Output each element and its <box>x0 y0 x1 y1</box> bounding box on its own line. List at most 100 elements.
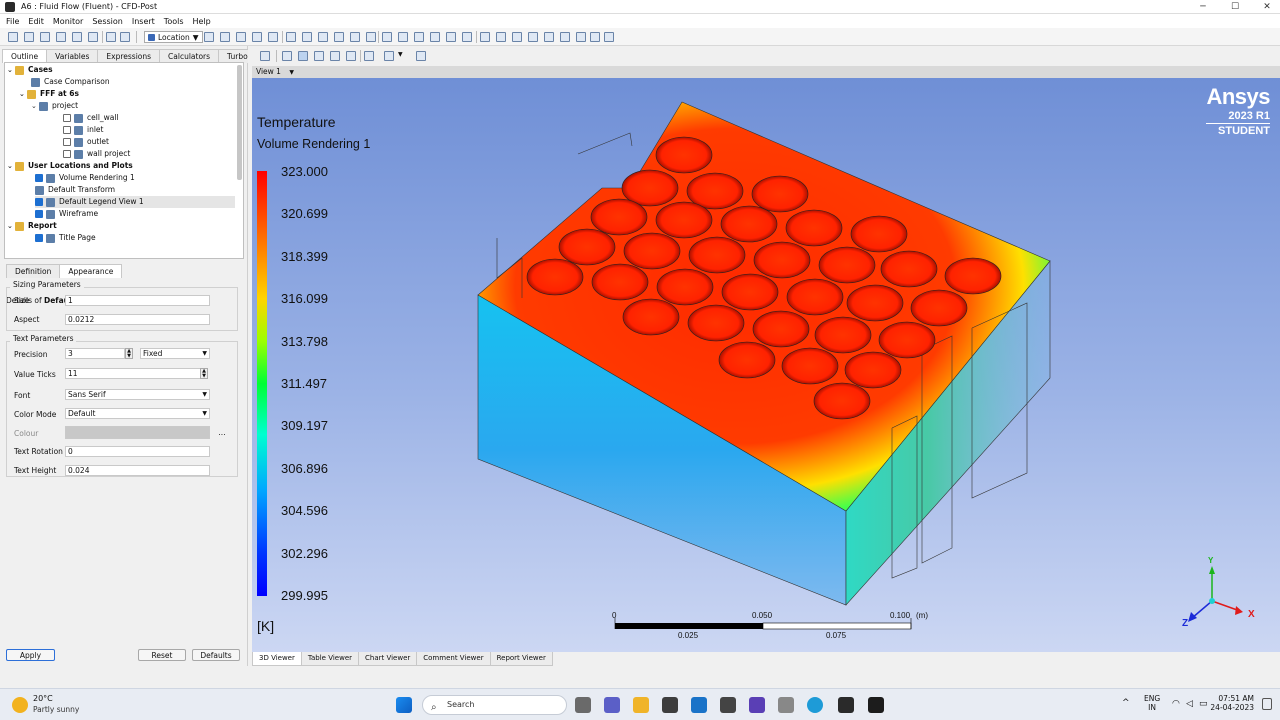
save-icon[interactable] <box>56 32 66 42</box>
chevron-down-icon[interactable]: ▼ <box>398 51 403 58</box>
fit-view-icon[interactable] <box>346 51 356 61</box>
precision-spinner[interactable]: ▲ ▼ <box>125 348 133 359</box>
visibility-checkbox[interactable] <box>63 150 71 158</box>
weather-temp[interactable]: 20°C <box>33 694 53 703</box>
instance-transform-icon[interactable] <box>350 32 360 42</box>
tree-node-wall-project[interactable]: wall project <box>63 148 130 160</box>
visibility-checkbox[interactable] <box>35 210 43 218</box>
load-state-icon[interactable] <box>40 32 50 42</box>
collapse-icon[interactable]: ⌄ <box>7 64 15 76</box>
tab-chart-viewer[interactable]: Chart Viewer <box>358 652 418 666</box>
collapse-icon[interactable]: ⌄ <box>19 88 27 100</box>
viewport-layout-icon[interactable] <box>384 51 394 61</box>
new-icon[interactable] <box>8 32 18 42</box>
maximize-button[interactable]: ☐ <box>1218 0 1252 14</box>
rotate-icon[interactable] <box>282 51 292 61</box>
tree-node-default-legend[interactable]: Default Legend View 1 <box>35 196 235 208</box>
visibility-checkbox[interactable] <box>63 138 71 146</box>
tree-node-wireframe[interactable]: Wireframe <box>35 208 98 220</box>
select-icon[interactable] <box>260 51 270 61</box>
macro-calc-icon[interactable] <box>560 32 570 42</box>
vector-icon[interactable] <box>204 32 214 42</box>
menu-monitor[interactable]: Monitor <box>53 17 83 26</box>
size-field[interactable]: 1 <box>65 295 210 306</box>
highlight-icon[interactable] <box>364 51 374 61</box>
tree-node-user-locations[interactable]: ⌄ User Locations and Plots <box>7 160 133 172</box>
collapse-icon[interactable]: ⌄ <box>7 160 15 172</box>
tab-expressions[interactable]: Expressions <box>97 49 161 63</box>
command-editor-icon[interactable] <box>604 32 614 42</box>
mesh-calc-icon[interactable] <box>576 32 586 42</box>
chart-icon[interactable] <box>430 32 440 42</box>
view-selector[interactable]: View 1 <box>256 67 281 76</box>
function-calc-icon[interactable] <box>544 32 554 42</box>
precision-field[interactable]: 3 <box>65 348 125 359</box>
pan-icon[interactable] <box>298 51 308 61</box>
tab-definition[interactable]: Definition <box>6 264 61 278</box>
timestep-icon[interactable] <box>480 32 490 42</box>
collapse-icon[interactable]: ⌄ <box>31 100 39 112</box>
menu-help[interactable]: Help <box>193 17 211 26</box>
rotation-field[interactable]: 0 <box>65 446 210 457</box>
particle-track-icon[interactable] <box>252 32 262 42</box>
task-view-icon[interactable] <box>575 697 591 713</box>
weather-desc[interactable]: Partly sunny <box>33 705 79 714</box>
ticks-spinner[interactable]: ▲ ▼ <box>200 368 208 379</box>
chat-icon[interactable] <box>604 697 620 713</box>
tab-comment-viewer[interactable]: Comment Viewer <box>416 652 491 666</box>
tab-calculators[interactable]: Calculators <box>159 49 220 63</box>
tree-node-cell-wall[interactable]: cell_wall <box>63 112 119 124</box>
undo-icon[interactable] <box>106 32 116 42</box>
start-icon[interactable] <box>396 697 412 713</box>
app-icon[interactable] <box>778 697 794 713</box>
workbench-icon[interactable] <box>838 697 854 713</box>
zoom-icon[interactable] <box>314 51 324 61</box>
tab-report-viewer[interactable]: Report Viewer <box>489 652 553 666</box>
menu-file[interactable]: File <box>6 17 19 26</box>
volume-icon[interactable]: ◁ <box>1186 699 1193 709</box>
tab-outline[interactable]: Outline <box>2 49 48 63</box>
open-icon[interactable] <box>24 32 34 42</box>
streamline-icon[interactable] <box>236 32 246 42</box>
tree-node-inlet[interactable]: inlet <box>63 124 103 136</box>
notification-icon[interactable] <box>1262 698 1272 710</box>
redo-icon[interactable] <box>120 32 130 42</box>
tab-3d-viewer[interactable]: 3D Viewer <box>252 652 302 666</box>
synchronize-icon[interactable] <box>416 51 426 61</box>
variable-icon[interactable] <box>382 32 392 42</box>
weather-icon[interactable] <box>12 697 28 713</box>
store-icon[interactable] <box>662 697 678 713</box>
edge-icon[interactable] <box>807 697 823 713</box>
tree-node-case-comparison[interactable]: Case Comparison <box>31 76 110 88</box>
defaults-button[interactable]: Defaults <box>192 649 240 661</box>
taskbar-search[interactable]: ⌕ Search <box>422 695 567 715</box>
3d-viewport[interactable]: Temperature Volume Rendering 1 323.000 3… <box>252 78 1280 652</box>
tab-appearance[interactable]: Appearance <box>59 264 123 278</box>
volume-rendering-icon[interactable] <box>268 32 278 42</box>
location-dropdown[interactable]: Location ▼ <box>144 31 203 43</box>
quick-editor-icon[interactable] <box>512 32 522 42</box>
text-icon[interactable] <box>286 32 296 42</box>
tree-node-fff-at-6s[interactable]: ⌄ FFF at 6s <box>19 88 79 100</box>
animation-icon[interactable] <box>496 32 506 42</box>
colour-picker-button[interactable]: ... <box>215 427 229 439</box>
visibility-checkbox[interactable] <box>63 126 71 134</box>
figure-icon[interactable] <box>462 32 472 42</box>
tree-node-default-transform[interactable]: Default Transform <box>35 184 115 196</box>
tree-scrollbar[interactable] <box>237 65 242 180</box>
menu-tools[interactable]: Tools <box>164 17 184 26</box>
case-compare-icon[interactable] <box>590 32 600 42</box>
tab-table-viewer[interactable]: Table Viewer <box>300 652 359 666</box>
tree-node-outlet[interactable]: outlet <box>63 136 109 148</box>
wifi-icon[interactable]: ◠ <box>1172 699 1180 709</box>
visibility-checkbox[interactable] <box>35 234 43 242</box>
clock[interactable]: 07:51 AM 24-04-2023 <box>1210 694 1254 712</box>
menu-insert[interactable]: Insert <box>132 17 155 26</box>
contour-icon[interactable] <box>220 32 230 42</box>
close-button[interactable]: ✕ <box>1250 0 1280 14</box>
battery-icon[interactable]: ▭ <box>1199 699 1208 709</box>
height-field[interactable]: 0.024 <box>65 465 210 476</box>
chevron-down-icon[interactable]: ▼ <box>289 69 294 76</box>
minimize-button[interactable]: ─ <box>1186 0 1220 14</box>
visibility-checkbox[interactable] <box>63 114 71 122</box>
